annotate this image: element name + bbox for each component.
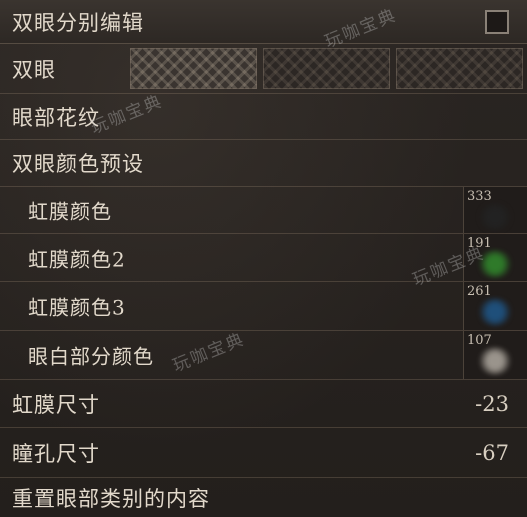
eye-color-preset-row[interactable]: 双眼颜色预设 (0, 140, 527, 187)
separate-eye-edit-label: 双眼分别编辑 (12, 10, 144, 35)
sclera-color-label: 眼白部分颜色 (28, 344, 154, 369)
eye-settings-panel: 双眼分别编辑 双眼 眼部花纹 双眼颜色预设 虹膜颜色 333 虹膜颜色2 191… (0, 0, 527, 517)
iris-color-value: 333 (467, 189, 492, 204)
eye-pattern-tabs (130, 48, 523, 89)
iris-color-row[interactable]: 虹膜颜色 333 (0, 187, 527, 234)
pupil-size-row[interactable]: 瞳孔尺寸 -67 (0, 428, 527, 478)
eye-color-preset-label: 双眼颜色预设 (12, 152, 144, 176)
pattern-tab-2[interactable] (263, 48, 390, 89)
iris-color-3-swatch-box[interactable]: 261 (463, 282, 527, 330)
separate-eye-edit-row[interactable]: 双眼分别编辑 (0, 0, 527, 44)
sclera-color-row[interactable]: 眼白部分颜色 107 (0, 331, 527, 380)
iris-color-label: 虹膜颜色 (28, 199, 112, 224)
iris-color-swatch-box[interactable]: 333 (463, 187, 527, 233)
sclera-color-swatch-box[interactable]: 107 (463, 331, 527, 379)
sclera-color-swatch (478, 347, 512, 375)
pattern-tab-3[interactable] (396, 48, 523, 89)
iris-size-label: 虹膜尺寸 (12, 392, 100, 417)
iris-color-3-swatch (478, 298, 512, 326)
iris-color-swatch (478, 203, 512, 231)
iris-size-value: -23 (475, 391, 509, 416)
eye-pattern-row[interactable]: 眼部花纹 (0, 94, 527, 140)
pattern-tab-1[interactable] (130, 48, 257, 89)
eye-tab-row: 双眼 (0, 44, 527, 94)
iris-color-2-label: 虹膜颜色2 (28, 247, 126, 271)
iris-color-3-value: 261 (467, 284, 492, 299)
pupil-size-label: 瞳孔尺寸 (12, 441, 100, 466)
pupil-size-value: -67 (475, 440, 509, 465)
both-eyes-tab[interactable]: 双眼 (12, 54, 56, 84)
iris-size-row[interactable]: 虹膜尺寸 -23 (0, 380, 527, 428)
iris-color-3-row[interactable]: 虹膜颜色3 261 (0, 282, 527, 331)
sclera-color-value: 107 (467, 333, 492, 348)
separate-eye-edit-checkbox[interactable] (485, 10, 509, 34)
reset-eye-row[interactable]: 重置眼部类别的内容 (0, 478, 527, 517)
iris-color-3-label: 虹膜颜色3 (28, 295, 126, 320)
reset-eye-label: 重置眼部类别的内容 (12, 486, 210, 511)
